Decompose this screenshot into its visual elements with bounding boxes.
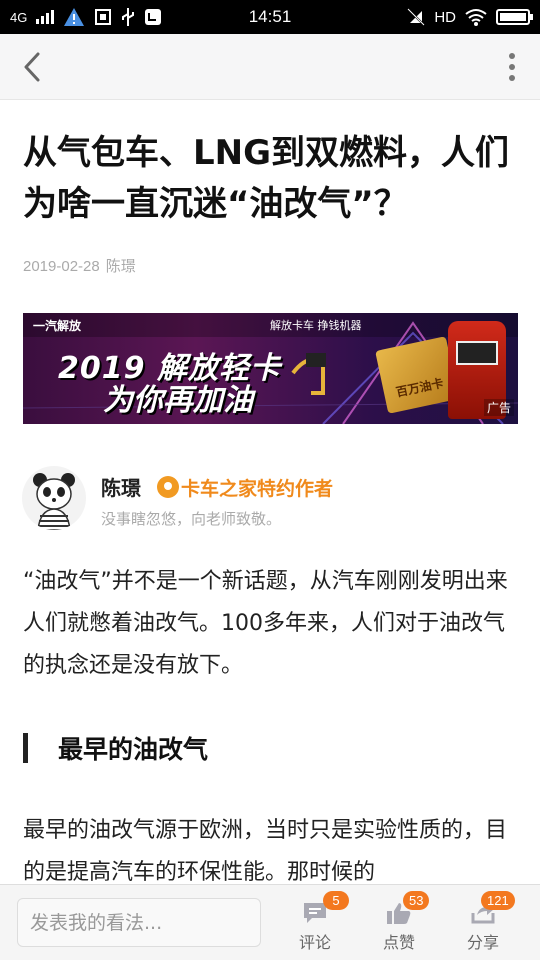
- author-name[interactable]: 陈璟: [101, 472, 141, 501]
- back-button[interactable]: [18, 50, 48, 84]
- mute-icon: [407, 8, 426, 26]
- usb-icon: [122, 8, 135, 26]
- article-paragraph: 最早的油改气源于欧洲，当时只是实验性质的，目的是提高汽车的环保性能。那时候的: [23, 818, 508, 885]
- like-label: 点赞: [382, 933, 415, 952]
- status-left: 4G: [10, 7, 162, 27]
- status-time: 14:51: [248, 7, 292, 26]
- author-bio: 没事瞎忽悠，向老师致敬。: [101, 510, 282, 528]
- article-meta: 2019-02-28 陈璟: [23, 255, 136, 276]
- ad-banner[interactable]: 一汽解放 解放卡车 挣钱机器 2019 解放轻卡 为你再加油 百万油卡 广告: [23, 313, 518, 424]
- ad-card-label: 百万油卡: [394, 375, 445, 400]
- section-heading-text: 最早的油改气: [58, 735, 209, 764]
- comment-input[interactable]: [17, 898, 261, 947]
- vertical-dots-icon: [509, 53, 515, 81]
- panda-avatar-icon: [33, 473, 75, 530]
- author-avatar[interactable]: [22, 466, 86, 530]
- warning-icon: [64, 8, 85, 26]
- article-paragraph: “油改气”并不是一个新话题，从汽车刚刚发明出来人们就憋着油改气。100多年来，人…: [23, 569, 508, 678]
- battery-icon: [496, 9, 533, 25]
- status-bar: 4G 14:51 HD: [0, 0, 540, 34]
- article-date: 2019-02-28: [23, 258, 100, 275]
- like-button[interactable]: 53 点赞: [369, 891, 430, 955]
- heading-bar: [23, 733, 28, 763]
- article-title: 从气包车、LNG到双燃料，人们为啥一直沉迷“油改气”？: [23, 133, 510, 224]
- ad-slogan: 解放卡车 挣钱机器: [270, 319, 362, 332]
- ad-headline-2: 为你再加油: [103, 383, 253, 418]
- hd-label: HD: [434, 8, 456, 26]
- status-right: HD: [407, 8, 533, 26]
- signal-icon: [36, 10, 55, 24]
- comment-count-badge: 5: [323, 891, 349, 910]
- section-heading: 最早的油改气: [23, 730, 208, 766]
- share-count-badge: 121: [481, 891, 515, 910]
- nav-bar: [0, 34, 540, 100]
- ad-brand: 一汽解放: [33, 319, 82, 333]
- ad-label: 广告: [483, 399, 514, 416]
- flower-badge-icon: [157, 476, 179, 498]
- like-count-badge: 53: [403, 891, 430, 910]
- author-badge: 卡车之家特约作者: [181, 478, 334, 500]
- article-author: 陈璟: [105, 258, 136, 275]
- ad-pump-screen: [456, 341, 498, 365]
- more-button[interactable]: [502, 52, 522, 82]
- chevron-left-icon: [24, 52, 40, 82]
- share-label: 分享: [466, 933, 499, 952]
- bottom-action-bar: 5 评论 53 点赞 121 分享: [0, 884, 540, 960]
- comment-button[interactable]: 5 评论: [285, 891, 349, 955]
- comment-label: 评论: [298, 933, 331, 952]
- network-label: 4G: [10, 9, 28, 25]
- wifi-icon: [465, 9, 487, 26]
- share-button[interactable]: 121 分享: [453, 891, 515, 955]
- app-notification-icon: [145, 9, 162, 25]
- screenshot-icon: [95, 9, 112, 25]
